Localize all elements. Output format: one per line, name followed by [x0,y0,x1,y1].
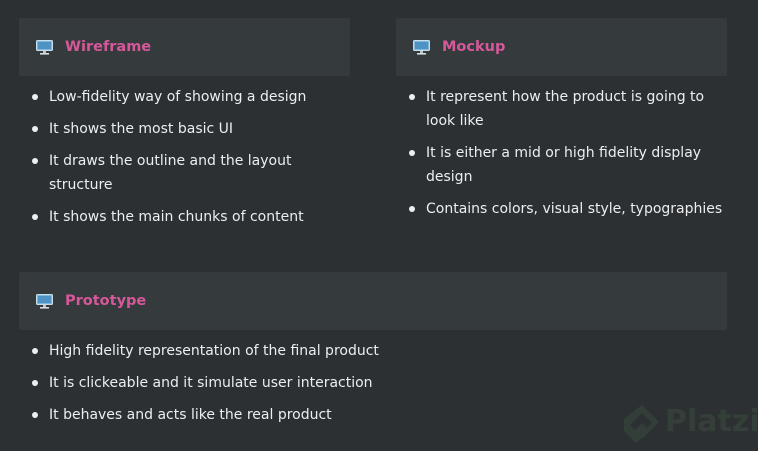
card-prototype: Prototype High fidelity representation o… [19,272,727,435]
bullet-list: High fidelity representation of the fina… [19,339,727,427]
card-title: Wireframe [65,39,152,55]
monitor-icon [413,39,430,55]
list-item-text: It represent how the product is going to… [426,89,705,129]
card-wireframe: Wireframe Low-fidelity way of showing a … [19,18,350,237]
list-item-text: It shows the main chunks of content [49,209,304,225]
list-item-text: It is either a mid or high fidelity disp… [426,145,702,185]
card-header: Prototype [19,272,727,330]
list-item: It is clickeable and it simulate user in… [19,371,727,395]
list-item: It behaves and acts like the real produc… [19,403,727,427]
monitor-icon [36,39,53,55]
list-item-text: It draws the outline and the layout stru… [49,153,292,193]
list-item-text: It is clickeable and it simulate user in… [49,375,373,391]
list-item: It shows the most basic UI [19,117,350,141]
bullet-list: It represent how the product is going to… [396,85,727,221]
card-mockup: Mockup It represent how the product is g… [396,18,727,229]
card-header: Mockup [396,18,727,76]
card-title: Prototype [65,293,147,309]
list-item: High fidelity representation of the fina… [19,339,727,363]
list-item: It shows the main chunks of content [19,205,350,229]
list-item-text: Low-fidelity way of showing a design [49,89,307,105]
list-item: It represent how the product is going to… [396,85,727,133]
watermark-text: Platzi [665,404,758,439]
monitor-icon [36,293,53,309]
list-item-text: Contains colors, visual style, typograph… [426,201,723,217]
list-item: It draws the outline and the layout stru… [19,149,350,197]
list-item: Low-fidelity way of showing a design [19,85,350,109]
list-item: It is either a mid or high fidelity disp… [396,141,727,189]
list-item-text: It behaves and acts like the real produc… [49,407,332,423]
bullet-list: Low-fidelity way of showing a design It … [19,85,350,229]
card-header: Wireframe [19,18,350,76]
list-item-text: High fidelity representation of the fina… [49,343,379,359]
platzi-logo-icon [624,405,659,443]
list-item-text: It shows the most basic UI [49,121,234,137]
list-item: Contains colors, visual style, typograph… [396,197,727,221]
card-title: Mockup [442,39,506,55]
